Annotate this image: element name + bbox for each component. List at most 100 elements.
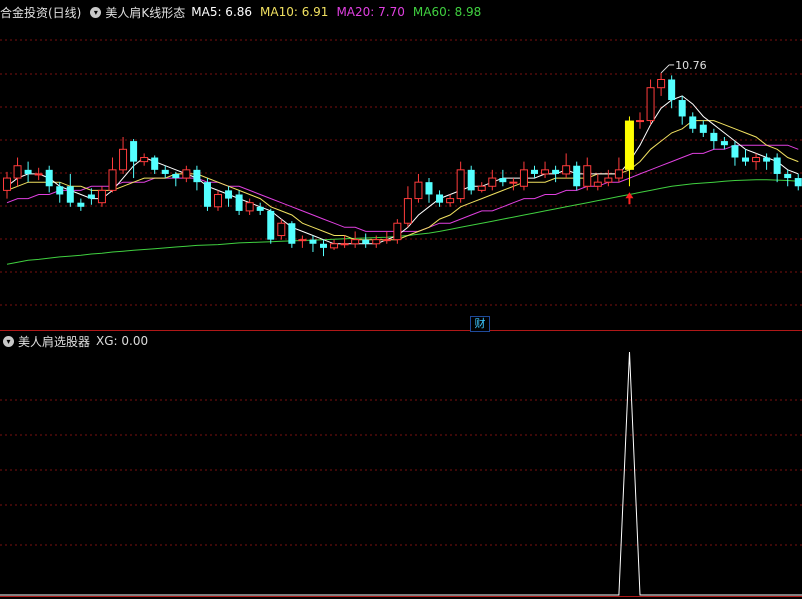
candle-body (277, 222, 286, 237)
candle-body (24, 169, 32, 174)
candle (56, 182, 64, 203)
candle (499, 169, 507, 187)
candle (614, 157, 623, 183)
candle (710, 128, 718, 150)
candle-body (593, 181, 602, 187)
candlesticks (3, 72, 802, 257)
candle-body (298, 239, 307, 242)
candle-body (182, 169, 191, 179)
candle (267, 208, 275, 244)
candle (3, 171, 11, 199)
candle-body (119, 148, 128, 171)
candle (794, 173, 802, 191)
candle-body (541, 169, 550, 175)
candle-body (720, 141, 728, 146)
candle-body (214, 193, 222, 208)
candle (488, 169, 497, 191)
candle (456, 161, 465, 203)
selector-name: 美人肩选股器 (18, 334, 91, 349)
candle (477, 182, 486, 193)
candle-body (573, 165, 581, 187)
candle-body (320, 243, 327, 248)
candle (108, 157, 117, 193)
candle-body (393, 222, 402, 241)
candle (393, 219, 402, 244)
candle (573, 161, 581, 191)
candle-body (172, 173, 180, 179)
xg-line (0, 351, 802, 596)
candle-body (403, 198, 412, 224)
candle-body (203, 182, 211, 207)
candle (351, 231, 360, 248)
candle-body (689, 116, 697, 129)
peak-leader (660, 64, 670, 74)
candle-body (467, 169, 475, 191)
selector-menu-icon[interactable]: ▾ (3, 335, 14, 347)
candle-body (77, 202, 85, 207)
candle-body (710, 132, 718, 142)
candle (752, 153, 761, 170)
candle (288, 221, 296, 248)
candle (214, 190, 222, 211)
candle-body (309, 239, 317, 244)
candle-body (562, 165, 571, 175)
candle (604, 169, 613, 187)
candle-body (193, 169, 201, 183)
candle-body (699, 124, 707, 133)
candle (340, 235, 349, 248)
candle (235, 190, 243, 216)
candle (425, 178, 433, 203)
candle (467, 165, 475, 195)
candle-body (614, 169, 623, 179)
candle-body (436, 194, 444, 203)
sub-chart-header: ▾ 美人肩选股器 XG: 0.00 (0, 332, 156, 350)
candle-body (604, 177, 613, 183)
candle (161, 165, 169, 179)
candle-body (763, 157, 771, 162)
candle (245, 198, 254, 216)
candle (225, 186, 233, 207)
candle-body (288, 223, 296, 244)
candle (13, 157, 22, 187)
candle (130, 139, 138, 179)
candle (77, 198, 85, 211)
candle-body (646, 87, 655, 122)
candle-body (773, 157, 781, 174)
candle-body (45, 169, 53, 187)
candle (362, 233, 370, 248)
candle-body (382, 239, 391, 242)
candle (720, 136, 728, 150)
candle-body (108, 169, 117, 191)
candle-body (351, 239, 360, 245)
candle (309, 235, 317, 252)
candle (256, 202, 264, 216)
candle-body (161, 169, 169, 174)
candle (66, 173, 74, 207)
candle (689, 112, 697, 133)
candle-body (425, 182, 433, 195)
candle (193, 165, 201, 191)
candle (541, 161, 550, 179)
candle-body (477, 185, 486, 191)
candle-body (140, 157, 149, 163)
candle (436, 190, 444, 207)
candle-body (362, 239, 370, 244)
candle (330, 239, 339, 250)
candle-body (56, 186, 64, 195)
ma60-line (6, 179, 799, 265)
candle-body (267, 210, 275, 240)
candle-body (668, 79, 676, 101)
candle-body (752, 157, 761, 163)
finance-button[interactable]: 财 (470, 316, 490, 332)
candle-body (34, 173, 43, 176)
candle-body (414, 181, 423, 200)
candle-body (657, 78, 666, 89)
candle (45, 165, 53, 193)
candle-body (130, 141, 138, 162)
candle (668, 75, 676, 109)
candle-body (66, 186, 74, 203)
candle-body (340, 243, 349, 246)
candle (742, 149, 749, 166)
candle (203, 178, 211, 211)
chart-canvas[interactable]: 10.76 (0, 0, 802, 599)
